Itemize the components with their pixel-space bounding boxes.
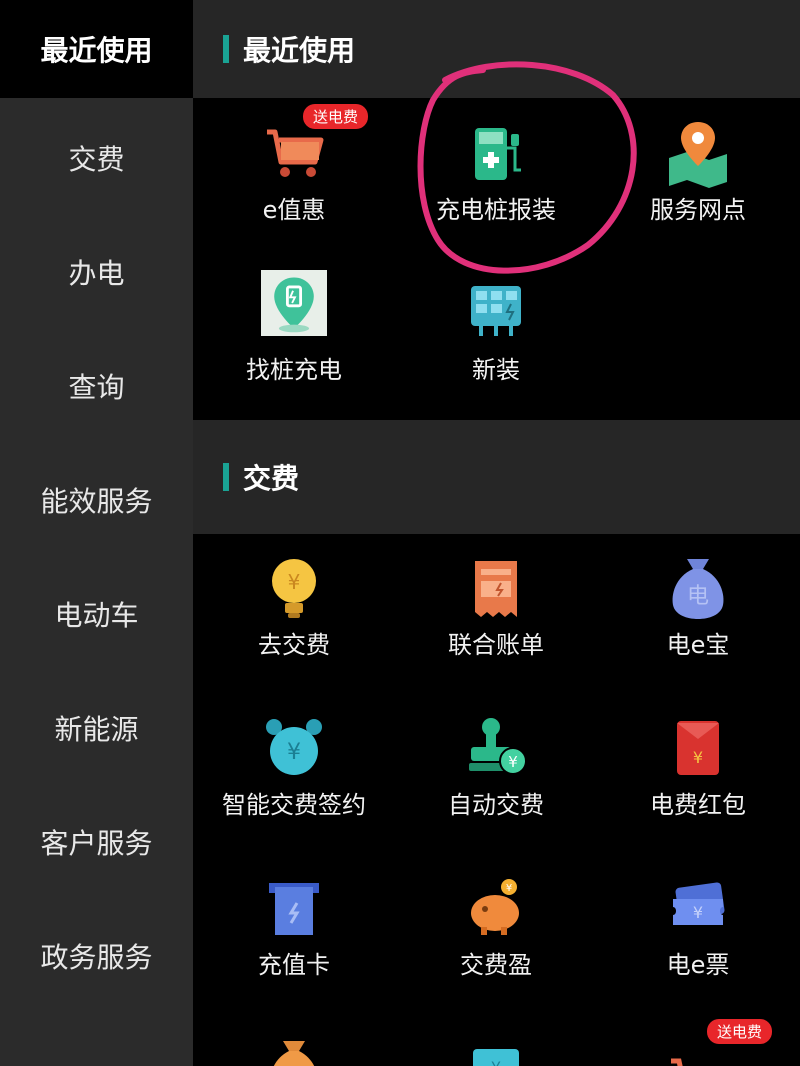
sidebar-item-label: 最近使用 [40, 34, 153, 67]
promo-badge: 送电费 [303, 104, 369, 129]
sidebar-item-apply-power[interactable]: 办电 [0, 222, 193, 322]
sidebar-item-label: 交费 [68, 143, 125, 176]
promo-badge: 送电费 [707, 1019, 773, 1044]
sidebar-item-label: 电动车 [54, 599, 139, 632]
tile-label: 电e票 [666, 951, 730, 979]
stamp-yen-icon: ¥ [469, 718, 527, 775]
tile-label: 充电桩报装 [436, 196, 556, 224]
recharge-card-icon [269, 883, 319, 935]
sidebar-item-payment[interactable]: 交费 [0, 108, 193, 208]
tile-recharge-card[interactable]: 充值卡 [193, 855, 395, 1015]
sidebar-item-label: 政务服务 [40, 941, 153, 974]
tile-find-charger[interactable]: 找桩充电 [193, 260, 395, 420]
sidebar-item-customer-service[interactable]: 客户服务 [0, 792, 193, 892]
bill-icon [475, 561, 517, 617]
tile-smart-pay-sign[interactable]: ¥ 智能交费签约 [193, 695, 395, 855]
sidebar-item-label: 能效服务 [40, 485, 153, 518]
tile-new-install[interactable]: 新装 [395, 260, 597, 420]
tile-dian-e-bao[interactable]: 电 电e宝 [597, 535, 799, 695]
sidebar-item-ev[interactable]: 电动车 [0, 564, 193, 664]
svg-text:¥: ¥ [288, 570, 301, 594]
tile-auto-pay[interactable]: ¥ 自动交费 [395, 695, 597, 855]
sidebar-item-recent[interactable]: 最近使用 [0, 0, 193, 98]
find-charger-icon [261, 270, 327, 336]
tile-label: 电费红包 [650, 791, 746, 819]
tile-label: 服务网点 [650, 196, 746, 224]
money-bag-icon [273, 1041, 315, 1066]
lightbulb-yen-icon: ¥ [272, 559, 316, 618]
tile-label: 自动交费 [448, 791, 544, 819]
category-sidebar: 最近使用 交费 办电 查询 能效服务 电动车 新能源 客户服务 政务服务 [0, 0, 193, 1066]
svg-text:¥: ¥ [693, 903, 703, 922]
svg-text:¥: ¥ [508, 753, 518, 771]
ticket-yen-icon: ¥ [673, 882, 725, 925]
sidebar-item-label: 客户服务 [40, 827, 153, 860]
tile-red-envelope[interactable]: ¥ 电费红包 [597, 695, 799, 855]
tile-label: 交费盈 [460, 951, 532, 979]
tile-partial-money-bag[interactable] [193, 1015, 395, 1066]
tile-combined-bill[interactable]: 联合账单 [395, 535, 597, 695]
section-title: 交费 [243, 462, 300, 495]
yen-card-icon: ¥ [473, 1049, 519, 1066]
tile-label: 新装 [472, 356, 520, 384]
tile-pay-ying[interactable]: ¥ 交费盈 [395, 855, 597, 1015]
tile-label: 电e宝 [666, 631, 730, 659]
tile-label: 智能交费签约 [222, 791, 366, 819]
main-content: 最近使用 送电费 e值惠 充电桩报装 服务网点 找桩充电 新装 交费 ¥ 去交费… [193, 0, 800, 1066]
tile-label: 去交费 [258, 631, 330, 659]
tile-label: 充值卡 [258, 951, 330, 979]
svg-text:¥: ¥ [693, 748, 703, 767]
tile-e-zhihui[interactable]: 送电费 e值惠 [193, 100, 395, 260]
tile-label: 找桩充电 [246, 356, 342, 384]
red-envelope-icon: ¥ [677, 721, 719, 775]
sidebar-item-label: 查询 [68, 371, 125, 404]
charging-pile-icon [475, 128, 521, 180]
sidebar-item-new-energy[interactable]: 新能源 [0, 678, 193, 778]
section-header-payment: 交费 [193, 420, 800, 534]
sidebar-item-label: 办电 [68, 257, 125, 290]
section-accent-bar [223, 35, 229, 63]
svg-text:¥: ¥ [506, 883, 512, 894]
sidebar-item-government-service[interactable]: 政务服务 [0, 906, 193, 1006]
tile-label: 联合账单 [448, 631, 544, 659]
money-bag-icon: 电 [672, 559, 724, 619]
sidebar-item-query[interactable]: 查询 [0, 336, 193, 436]
sidebar-item-label: 新能源 [54, 713, 139, 746]
section-accent-bar [223, 463, 229, 491]
svg-text:¥: ¥ [287, 740, 301, 765]
svg-text:¥: ¥ [491, 1058, 501, 1066]
map-pin-icon [669, 122, 727, 188]
tile-partial-card[interactable]: ¥ [395, 1015, 597, 1066]
sidebar-item-energy-efficiency[interactable]: 能效服务 [0, 450, 193, 550]
tile-charging-pile-install[interactable]: 充电桩报装 [395, 100, 597, 260]
section-title: 最近使用 [243, 34, 356, 67]
tile-dian-e-piao[interactable]: ¥ 电e票 [597, 855, 799, 1015]
tile-partial-cart[interactable]: 送电费 [597, 1015, 799, 1066]
tile-go-pay[interactable]: ¥ 去交费 [193, 535, 395, 695]
alarm-clock-yen-icon: ¥ [266, 719, 322, 775]
tile-service-outlets[interactable]: 服务网点 [597, 100, 799, 260]
piggy-bank-icon: ¥ [471, 879, 519, 935]
section-header-recent: 最近使用 [193, 0, 800, 98]
tile-label: e值惠 [262, 196, 326, 224]
svg-text:电: 电 [687, 584, 709, 609]
solar-panel-icon [471, 286, 521, 336]
